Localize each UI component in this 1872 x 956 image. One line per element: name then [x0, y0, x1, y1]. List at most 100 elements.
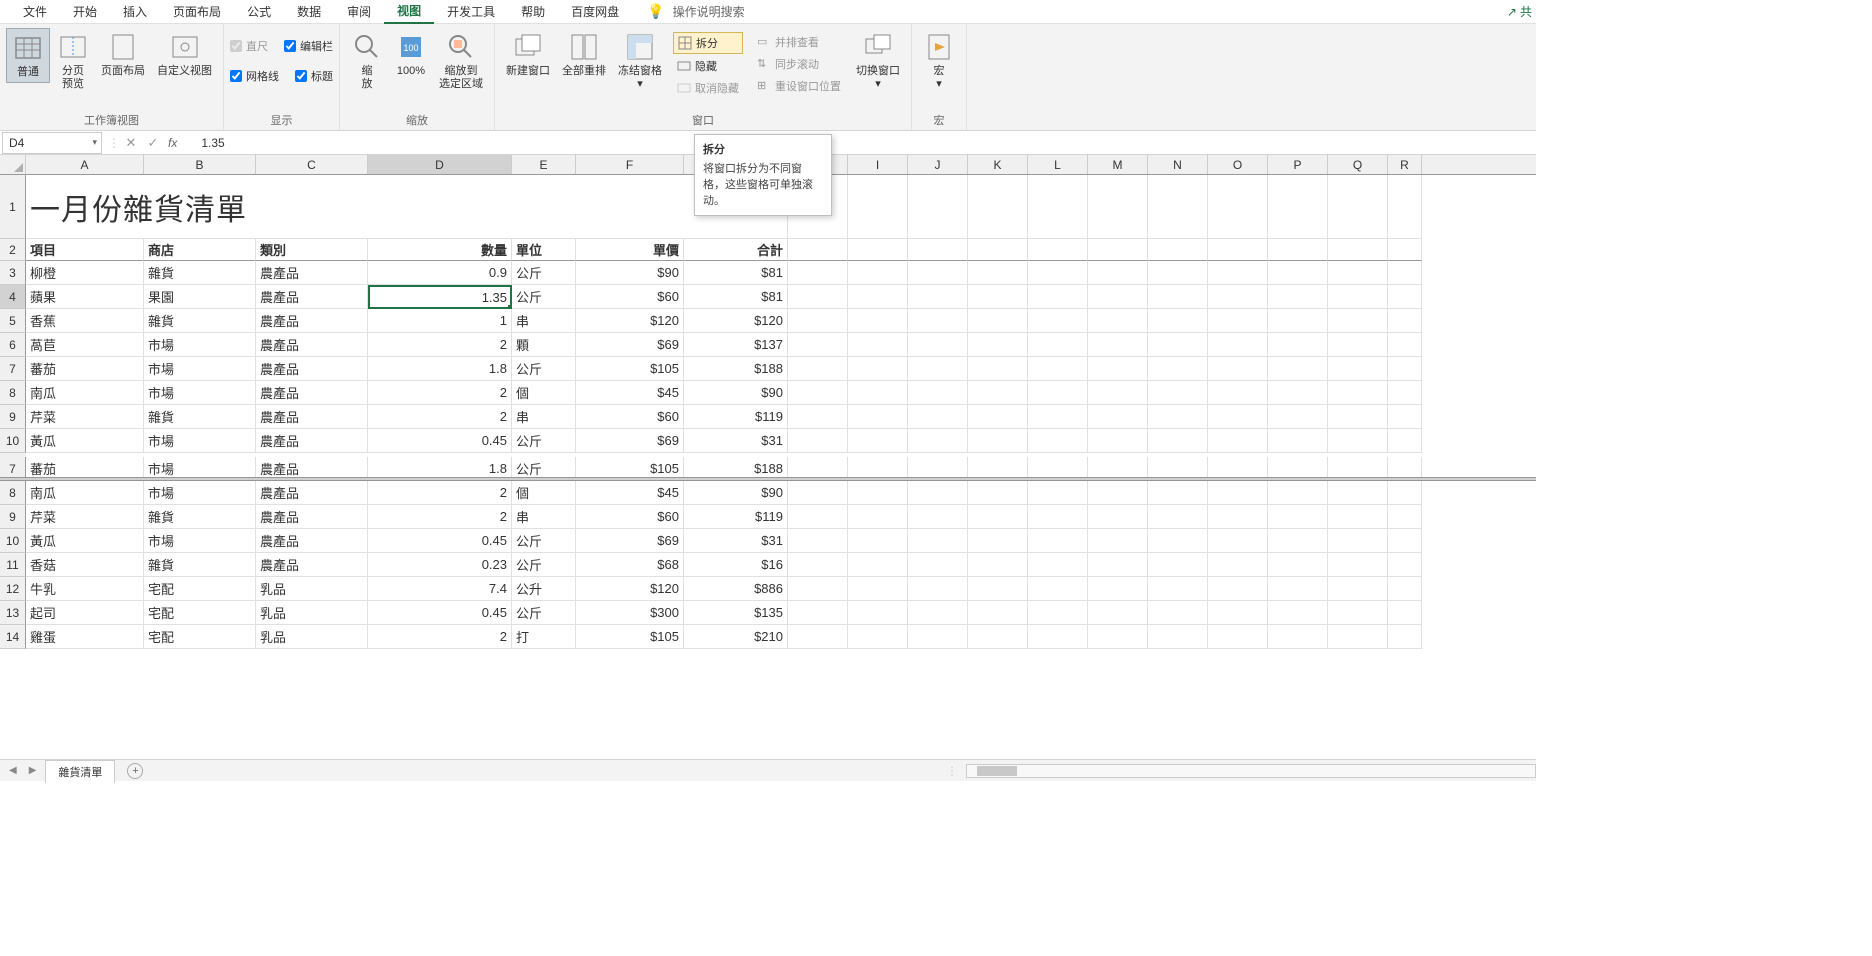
cell[interactable]: $135 [684, 601, 788, 625]
cell[interactable] [1028, 481, 1088, 505]
cell[interactable]: $188 [684, 357, 788, 381]
cell[interactable] [908, 481, 968, 505]
cell[interactable] [968, 285, 1028, 309]
cell[interactable] [1028, 381, 1088, 405]
row-header-10[interactable]: 10 [0, 529, 26, 553]
cell[interactable] [788, 481, 848, 505]
cell[interactable]: 2 [368, 625, 512, 649]
cell[interactable]: 農產品 [256, 309, 368, 333]
cell[interactable]: 農產品 [256, 261, 368, 285]
cell[interactable] [1088, 505, 1148, 529]
cell[interactable]: $60 [576, 505, 684, 529]
cell[interactable]: 0.9 [368, 261, 512, 285]
cell[interactable]: 農產品 [256, 429, 368, 453]
cell[interactable] [968, 175, 1028, 239]
cell[interactable]: 2 [368, 333, 512, 357]
cell[interactable] [1388, 333, 1422, 357]
cell[interactable]: 蕃茄 [26, 357, 144, 381]
cell[interactable] [1328, 429, 1388, 453]
cell[interactable] [908, 577, 968, 601]
cell[interactable]: 農產品 [256, 381, 368, 405]
menu-home[interactable]: 开始 [60, 0, 110, 23]
cell[interactable] [968, 309, 1028, 333]
cell[interactable] [1028, 261, 1088, 285]
cell[interactable] [968, 625, 1028, 649]
cell[interactable]: 蘋果 [26, 285, 144, 309]
cell[interactable] [908, 175, 968, 239]
column-header-M[interactable]: M [1088, 155, 1148, 174]
cell[interactable]: 市場 [144, 429, 256, 453]
cell[interactable] [788, 381, 848, 405]
cell[interactable] [908, 285, 968, 309]
cell[interactable] [1268, 333, 1328, 357]
cell[interactable] [1388, 285, 1422, 309]
cell[interactable]: 果園 [144, 285, 256, 309]
cell[interactable] [788, 529, 848, 553]
cell[interactable] [908, 357, 968, 381]
cell[interactable] [1328, 505, 1388, 529]
cell[interactable]: $105 [576, 357, 684, 381]
cell[interactable] [1148, 529, 1208, 553]
cell[interactable]: 南瓜 [26, 381, 144, 405]
cell[interactable] [788, 239, 848, 261]
cell[interactable]: $119 [684, 505, 788, 529]
column-header-N[interactable]: N [1148, 155, 1208, 174]
cell[interactable] [1208, 261, 1268, 285]
cell[interactable] [1268, 505, 1328, 529]
cell[interactable] [788, 261, 848, 285]
cell[interactable]: 商店 [144, 239, 256, 261]
cell[interactable] [968, 357, 1028, 381]
cell[interactable]: $210 [684, 625, 788, 649]
cell[interactable] [1328, 553, 1388, 577]
cell[interactable] [1208, 505, 1268, 529]
row-header-5[interactable]: 5 [0, 309, 26, 333]
fx-label[interactable]: fx [164, 136, 181, 150]
cell[interactable] [1208, 625, 1268, 649]
cell[interactable] [1028, 577, 1088, 601]
cell[interactable] [1088, 175, 1148, 239]
cell[interactable] [1328, 625, 1388, 649]
cell[interactable]: 1.8 [368, 357, 512, 381]
cell[interactable] [848, 285, 908, 309]
formula-input[interactable]: 1.35 [181, 132, 1536, 154]
cell[interactable] [1148, 481, 1208, 505]
cell[interactable] [1088, 405, 1148, 429]
cell[interactable] [968, 601, 1028, 625]
cell[interactable] [1268, 625, 1328, 649]
cell[interactable] [1148, 357, 1208, 381]
cell[interactable]: 個 [512, 481, 576, 505]
cell[interactable]: 2 [368, 381, 512, 405]
hide-button[interactable]: 隐藏 [673, 56, 743, 76]
cell[interactable] [1088, 553, 1148, 577]
row-header-8[interactable]: 8 [0, 381, 26, 405]
cell[interactable]: 1 [368, 309, 512, 333]
cell[interactable]: 雜貨 [144, 505, 256, 529]
cell[interactable]: 南瓜 [26, 481, 144, 505]
cell[interactable]: 公升 [512, 577, 576, 601]
cell[interactable] [1088, 239, 1148, 261]
cell[interactable] [1268, 285, 1328, 309]
cell[interactable] [848, 529, 908, 553]
cell[interactable] [1088, 285, 1148, 309]
cell[interactable] [1088, 625, 1148, 649]
row-header-4[interactable]: 4 [0, 285, 26, 309]
cell[interactable] [1028, 285, 1088, 309]
cell[interactable] [968, 381, 1028, 405]
cell[interactable] [1268, 481, 1328, 505]
cell[interactable] [788, 625, 848, 649]
row-header-11[interactable]: 11 [0, 553, 26, 577]
cell[interactable]: 市場 [144, 333, 256, 357]
cell[interactable]: 公斤 [512, 553, 576, 577]
cell[interactable]: 農產品 [256, 285, 368, 309]
cell[interactable]: $69 [576, 429, 684, 453]
cell[interactable] [1268, 405, 1328, 429]
menu-formulas[interactable]: 公式 [234, 0, 284, 23]
cell[interactable] [1088, 381, 1148, 405]
cell[interactable]: 打 [512, 625, 576, 649]
cell[interactable] [1268, 553, 1328, 577]
cell[interactable] [1088, 577, 1148, 601]
cell[interactable] [848, 405, 908, 429]
cell[interactable] [848, 309, 908, 333]
cell[interactable]: 牛乳 [26, 577, 144, 601]
cell[interactable] [1268, 577, 1328, 601]
